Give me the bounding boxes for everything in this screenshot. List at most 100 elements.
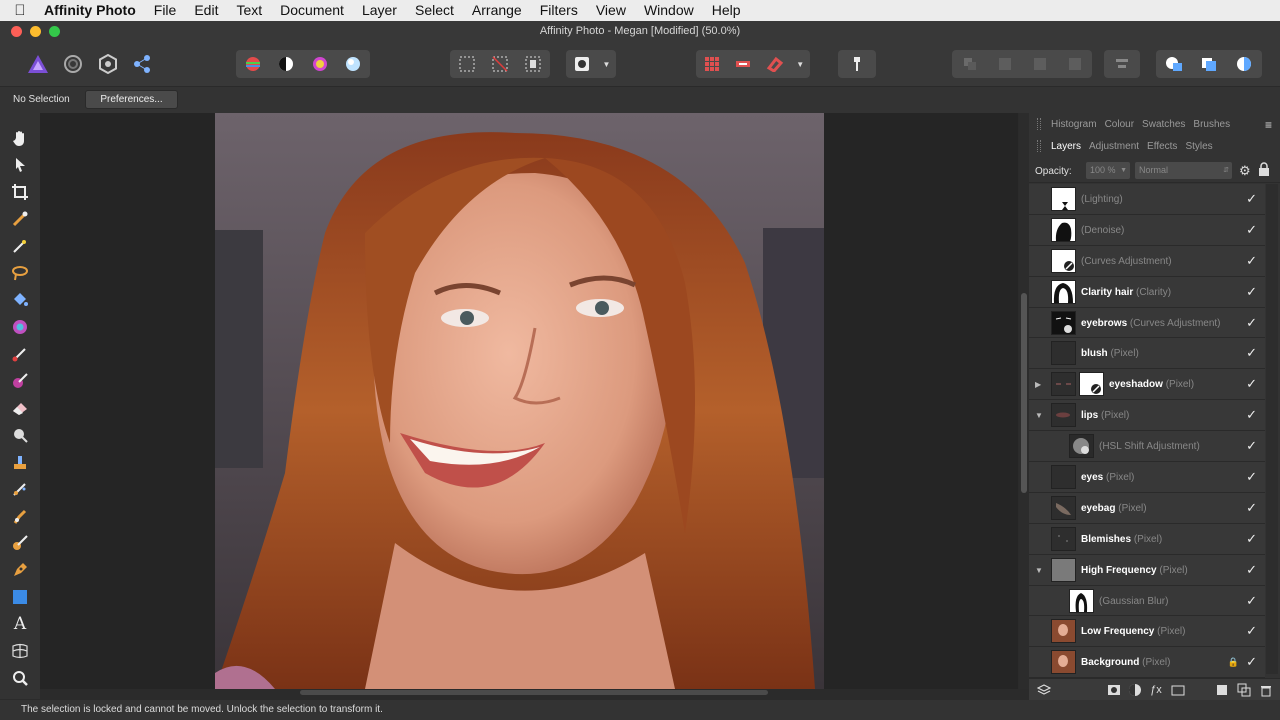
blemish-removal-tool-icon[interactable] <box>8 477 32 501</box>
add-pixel-layer-icon[interactable] <box>1215 683 1229 697</box>
delete-layer-icon[interactable] <box>1259 683 1273 697</box>
photo-persona-icon[interactable] <box>26 53 50 75</box>
liquify-persona-icon[interactable] <box>61 53 85 75</box>
snapping-dropdown-icon[interactable]: ▼ <box>794 53 806 75</box>
menu-help[interactable]: Help <box>703 0 750 21</box>
rectangle-tool-icon[interactable] <box>8 585 32 609</box>
mesh-warp-tool-icon[interactable] <box>8 639 32 663</box>
panel-menu-icon[interactable]: ≡ <box>1265 118 1272 132</box>
tab-styles[interactable]: Styles <box>1185 141 1212 152</box>
layer-row[interactable]: blush (Pixel) ✓ <box>1029 338 1265 370</box>
visibility-checkbox[interactable]: ✓ <box>1246 438 1257 454</box>
visibility-checkbox[interactable]: ✓ <box>1246 376 1257 392</box>
export-persona-icon[interactable] <box>130 53 154 75</box>
minimize-window-button[interactable] <box>30 26 41 37</box>
add-shape-icon[interactable] <box>1162 53 1186 75</box>
maximize-window-button[interactable] <box>49 26 60 37</box>
layer-row[interactable]: eyes (Pixel) ✓ <box>1029 462 1265 493</box>
menu-layer[interactable]: Layer <box>353 0 406 21</box>
menu-window[interactable]: Window <box>635 0 703 21</box>
layer-row[interactable]: (Lighting) ✓ <box>1029 184 1265 215</box>
selection-brush-tool-icon[interactable] <box>8 207 32 231</box>
visibility-checkbox[interactable]: ✓ <box>1246 654 1257 670</box>
visibility-checkbox[interactable]: ✓ <box>1246 531 1257 547</box>
layer-row[interactable]: (Denoise) ✓ <box>1029 214 1265 246</box>
layer-row[interactable]: ▶ eyeshadow (Pixel) ✓ <box>1029 369 1265 401</box>
layer-row[interactable]: Clarity hair (Clarity) ✓ <box>1029 276 1265 308</box>
collapse-arrow-icon[interactable]: ▼ <box>1035 566 1043 575</box>
clone-tool-icon[interactable] <box>8 450 32 474</box>
gradient-tool-icon[interactable] <box>8 315 32 339</box>
colour-balance-icon[interactable] <box>308 53 332 75</box>
menu-select[interactable]: Select <box>406 0 463 21</box>
freehand-selection-tool-icon[interactable] <box>8 261 32 285</box>
layer-row[interactable]: eyebag (Pixel) ✓ <box>1029 492 1265 524</box>
menu-filters[interactable]: Filters <box>531 0 587 21</box>
text-tool-icon[interactable]: A <box>8 612 32 636</box>
dodge-tool-icon[interactable] <box>8 423 32 447</box>
layer-row[interactable]: (HSL Shift Adjustment) ✓ <box>1029 431 1265 463</box>
tab-effects[interactable]: Effects <box>1147 141 1177 152</box>
layers-stack-icon[interactable] <box>1037 683 1051 697</box>
menu-document[interactable]: Document <box>271 0 353 21</box>
menu-file[interactable]: File <box>145 0 186 21</box>
duplicate-layer-icon[interactable] <box>1237 683 1251 697</box>
opacity-field[interactable]: 100 % ▼ <box>1086 162 1130 179</box>
subtract-shape-icon[interactable] <box>1197 53 1221 75</box>
align-icon[interactable] <box>1110 53 1134 75</box>
tab-brushes[interactable]: Brushes <box>1193 119 1230 130</box>
visibility-checkbox[interactable]: ✓ <box>1246 284 1257 300</box>
grid-icon[interactable] <box>700 53 724 75</box>
move-tool-icon[interactable] <box>8 153 32 177</box>
layers-scrollbar[interactable] <box>1266 184 1278 674</box>
document-canvas[interactable] <box>40 113 1018 689</box>
lock-icon[interactable] <box>1258 162 1272 179</box>
view-tool-hand-icon[interactable] <box>8 126 32 150</box>
intersect-shape-icon[interactable] <box>1232 53 1256 75</box>
menu-edit[interactable]: Edit <box>185 0 227 21</box>
layer-lock-icon[interactable]: 🔒 <box>1228 657 1239 668</box>
menu-view[interactable]: View <box>587 0 635 21</box>
visibility-checkbox[interactable]: ✓ <box>1246 345 1257 361</box>
close-window-button[interactable] <box>11 26 22 37</box>
tab-histogram[interactable]: Histogram <box>1051 119 1097 130</box>
assistant-icon[interactable] <box>731 53 755 75</box>
panel-grip-icon[interactable] <box>1037 140 1041 152</box>
visibility-checkbox[interactable]: ✓ <box>1246 623 1257 639</box>
visibility-checkbox[interactable]: ✓ <box>1246 222 1257 238</box>
apple-icon[interactable]:  <box>0 2 40 19</box>
crop-tool-icon[interactable] <box>8 180 32 204</box>
gear-icon[interactable]: ⚙ <box>1239 163 1251 179</box>
visibility-checkbox[interactable]: ✓ <box>1246 500 1257 516</box>
pen-tool-icon[interactable] <box>8 558 32 582</box>
add-group-icon[interactable] <box>1171 683 1185 697</box>
tab-swatches[interactable]: Swatches <box>1142 119 1185 130</box>
menu-arrange[interactable]: Arrange <box>463 0 531 21</box>
canvas-vertical-scrollbar[interactable] <box>1019 113 1029 689</box>
blend-mode-select[interactable]: Normal ⇵ <box>1135 162 1232 179</box>
flood-fill-tool-icon[interactable] <box>8 288 32 312</box>
white-balance-icon[interactable] <box>341 53 365 75</box>
add-adjustment-icon[interactable] <box>1128 683 1142 697</box>
layer-row[interactable]: ▼ lips (Pixel) ✓ <box>1029 400 1265 432</box>
zoom-tool-icon[interactable] <box>8 666 32 690</box>
colour-replacement-tool-icon[interactable] <box>8 369 32 393</box>
layer-row[interactable]: Blemishes (Pixel) ✓ <box>1029 523 1265 555</box>
snapping-magnet-icon[interactable] <box>763 53 787 75</box>
quick-mask-dropdown-icon[interactable]: ▼ <box>601 53 613 75</box>
add-mask-icon[interactable] <box>1107 683 1121 697</box>
menu-app-name[interactable]: Affinity Photo <box>40 0 145 21</box>
visibility-checkbox[interactable]: ✓ <box>1246 315 1257 331</box>
canvas-horizontal-scrollbar[interactable] <box>300 690 768 695</box>
develop-persona-icon[interactable] <box>96 53 120 75</box>
quick-mask-icon[interactable] <box>570 53 594 75</box>
median-brush-tool-icon[interactable] <box>8 531 32 555</box>
layer-row[interactable]: Background (Pixel) 🔒 ✓ <box>1029 647 1265 679</box>
visibility-checkbox[interactable]: ✓ <box>1246 253 1257 269</box>
collapse-arrow-icon[interactable]: ▼ <box>1035 411 1043 420</box>
layer-row[interactable]: eyebrows (Curves Adjustment) ✓ <box>1029 307 1265 339</box>
visibility-checkbox[interactable]: ✓ <box>1246 469 1257 485</box>
tab-layers[interactable]: Layers <box>1051 141 1081 152</box>
erase-tool-icon[interactable] <box>8 396 32 420</box>
layer-row[interactable]: (Curves Adjustment) ✓ <box>1029 245 1265 277</box>
